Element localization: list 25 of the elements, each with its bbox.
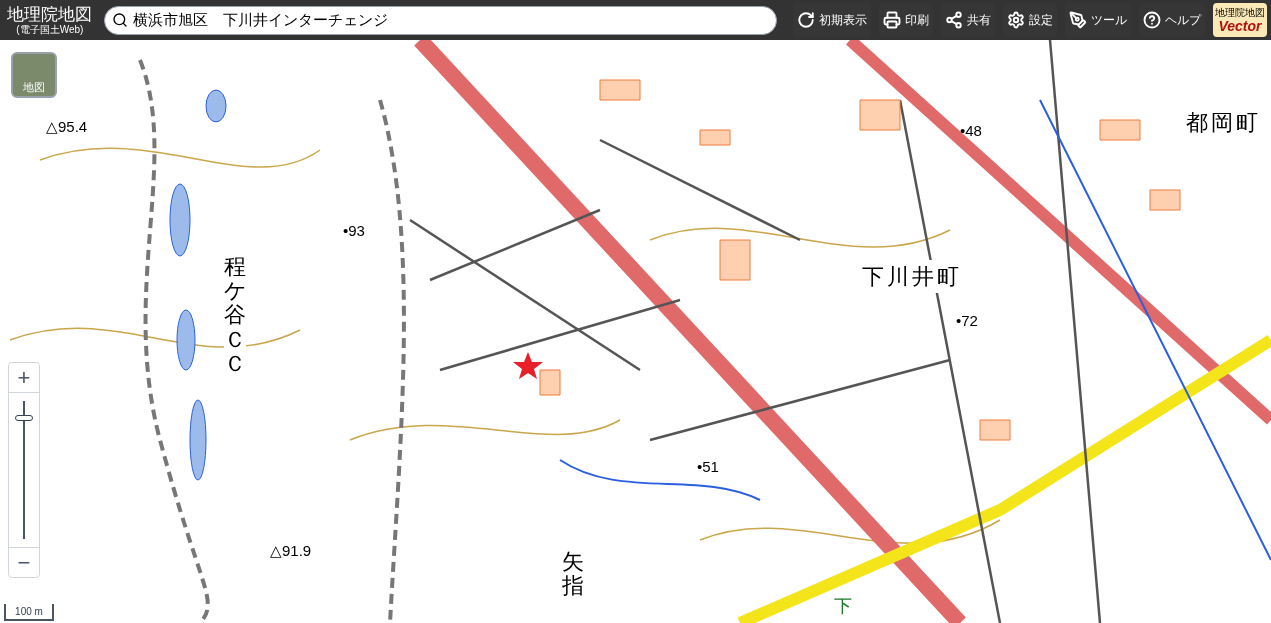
map-label: •93 [343, 221, 365, 241]
map-label: •51 [697, 457, 719, 477]
map-label: •48 [960, 121, 982, 141]
share-icon [945, 11, 963, 29]
help-icon [1143, 11, 1161, 29]
map-label: △95.4 [46, 117, 88, 137]
map-label: 矢指 [562, 550, 584, 599]
basemap-button[interactable]: 地図 [11, 52, 57, 98]
reload-icon [797, 11, 815, 29]
vector-map-button[interactable]: 地理院地図 Vector [1213, 3, 1267, 37]
map-label: 下川井町 [862, 260, 962, 293]
map-label: 下 [834, 595, 852, 618]
map-label: △91.9 [270, 541, 312, 561]
app-logo: 地理院地図 [7, 5, 93, 24]
zoom-in-button[interactable]: + [9, 363, 39, 393]
settings-icon [1007, 11, 1025, 29]
app-logo-subtitle: (電子国土Web) [16, 24, 84, 35]
printer-icon [883, 11, 901, 29]
scale-bar: 100 m [4, 604, 54, 621]
search-icon [111, 11, 128, 28]
zoom-slider-handle[interactable] [15, 414, 33, 421]
map-label: •72 [956, 311, 978, 331]
zoom-out-button[interactable]: − [9, 547, 39, 577]
pen-icon [1069, 11, 1087, 29]
search-field[interactable]: 横浜市旭区 下川井インターチェンジ [103, 5, 777, 35]
